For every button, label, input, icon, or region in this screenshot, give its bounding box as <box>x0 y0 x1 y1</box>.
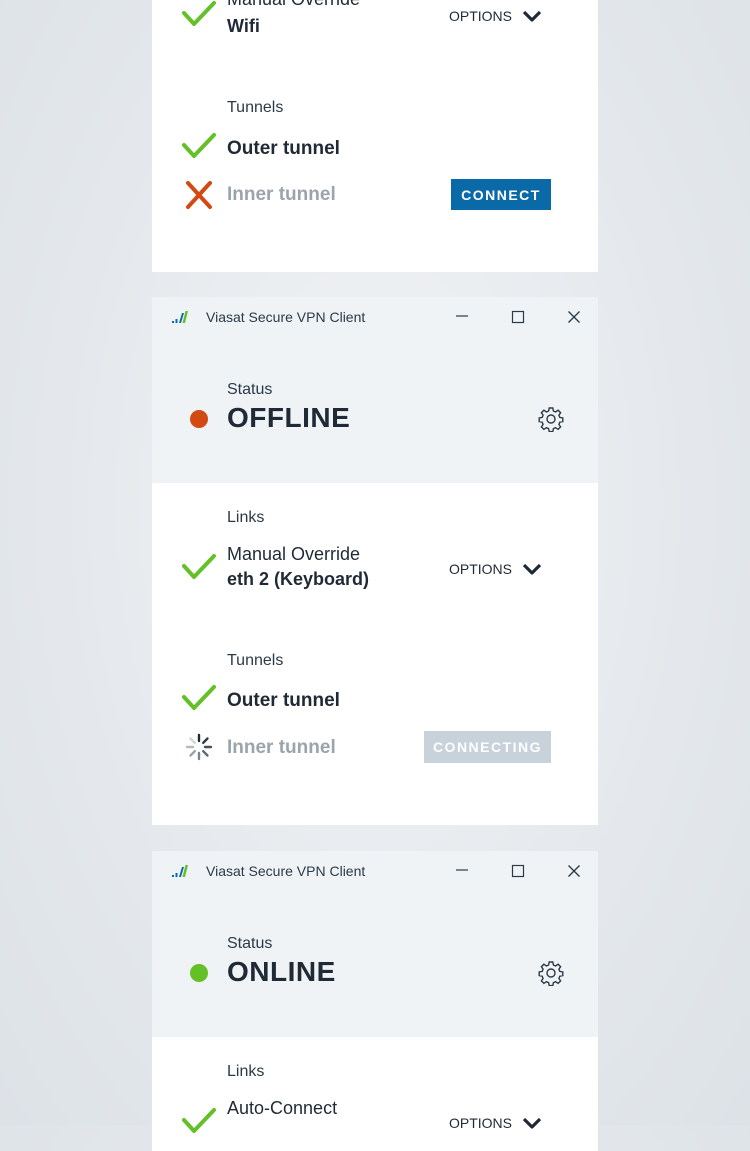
connect-button[interactable]: CONNECT <box>451 179 551 210</box>
close-button[interactable] <box>560 303 588 331</box>
vpn-window-3: Viasat Secure VPN Client Status ONLINE L… <box>152 851 598 1151</box>
viasat-logo-icon <box>172 865 188 877</box>
options-label: OPTIONS <box>449 561 513 577</box>
links-label: Links <box>227 1063 265 1080</box>
options-dropdown[interactable]: OPTIONS <box>449 8 542 24</box>
chevron-down-icon <box>522 563 542 575</box>
minimize-icon <box>456 869 468 871</box>
app-title: Viasat Secure VPN Client <box>206 309 366 325</box>
options-label: OPTIONS <box>449 8 513 24</box>
close-icon <box>568 865 580 877</box>
connecting-button: CONNECTING <box>424 731 551 763</box>
title-bar[interactable]: Viasat Secure VPN Client <box>152 297 598 337</box>
options-dropdown[interactable]: OPTIONS <box>449 561 542 577</box>
minimize-button[interactable] <box>448 303 476 331</box>
vpn-window-1: Manual Override Wifi OPTIONS Tunnels Out… <box>152 0 598 272</box>
chevron-down-icon <box>522 1117 542 1129</box>
outer-tunnel-label: Outer tunnel <box>227 690 340 711</box>
inner-tunnel-label: Inner tunnel <box>227 184 336 205</box>
link-interface: Wifi <box>227 16 260 36</box>
check-icon <box>182 133 216 158</box>
vpn-window-2: Viasat Secure VPN Client Status OFFLINE … <box>152 297 598 825</box>
tunnels-label: Tunnels <box>227 652 284 669</box>
check-icon <box>182 1108 216 1133</box>
status-value: ONLINE <box>227 956 336 987</box>
x-icon <box>186 181 212 209</box>
status-value: OFFLINE <box>227 402 351 433</box>
link-name: Auto-Connect <box>227 1098 338 1118</box>
status-label: Status <box>227 381 273 398</box>
title-bar[interactable]: Viasat Secure VPN Client <box>152 851 598 891</box>
close-icon <box>568 311 580 323</box>
spinner-icon <box>185 733 213 761</box>
maximize-icon <box>511 310 525 324</box>
check-icon <box>182 554 216 579</box>
options-dropdown[interactable]: OPTIONS <box>449 1115 542 1131</box>
gear-icon[interactable] <box>538 960 564 986</box>
check-icon <box>182 685 216 710</box>
outer-tunnel-label: Outer tunnel <box>227 138 340 159</box>
app-title: Viasat Secure VPN Client <box>206 863 366 879</box>
minimize-button[interactable] <box>448 857 476 885</box>
close-button[interactable] <box>560 857 588 885</box>
check-icon <box>182 1 216 26</box>
maximize-button[interactable] <box>504 857 532 885</box>
link-name: Manual Override <box>227 544 361 564</box>
status-label: Status <box>227 935 273 952</box>
link-name: Manual Override <box>227 0 360 10</box>
status-indicator-offline <box>190 410 208 428</box>
links-label: Links <box>227 509 265 526</box>
tunnels-label: Tunnels <box>227 99 284 116</box>
maximize-button[interactable] <box>504 303 532 331</box>
minimize-icon <box>456 315 468 317</box>
chevron-down-icon <box>522 10 542 22</box>
inner-tunnel-label: Inner tunnel <box>227 737 336 758</box>
options-label: OPTIONS <box>449 1115 513 1131</box>
viasat-logo-icon <box>172 311 188 323</box>
maximize-icon <box>511 864 525 878</box>
gear-icon[interactable] <box>538 406 564 432</box>
link-interface: eth 2 (Keyboard) <box>227 569 370 589</box>
status-indicator-online <box>190 964 208 982</box>
